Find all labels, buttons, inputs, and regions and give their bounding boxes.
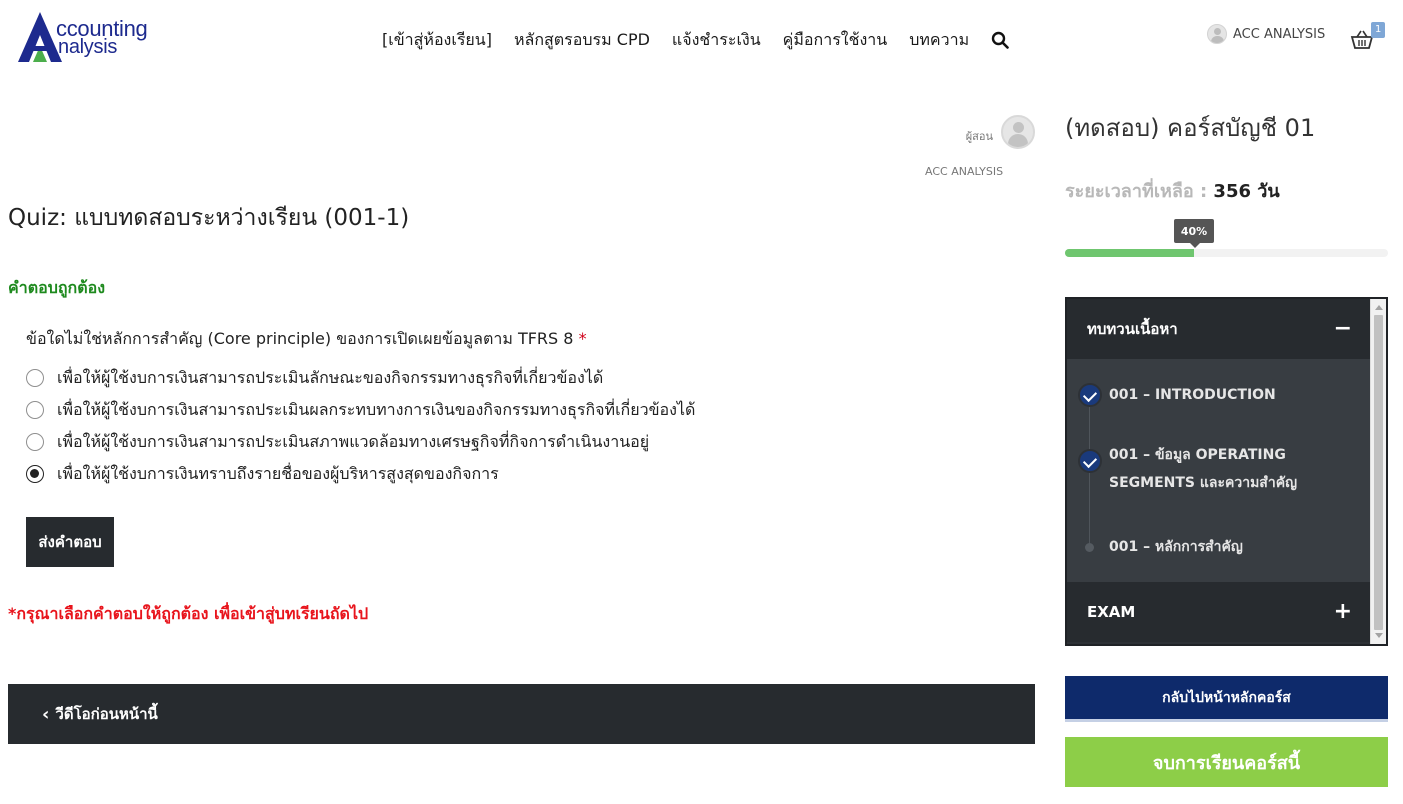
lesson-label: 001 – INTRODUCTION bbox=[1109, 387, 1276, 403]
quiz-title: Quiz: แบบทดสอบระหว่างเรียน (001-1) bbox=[8, 205, 410, 231]
collapse-icon[interactable]: − bbox=[1334, 318, 1352, 340]
section-title: EXAM bbox=[1087, 603, 1136, 621]
lesson-label: 001 – ข้อมูล OPERATING SEGMENTS และความส… bbox=[1109, 447, 1297, 491]
instructor-avatar-icon bbox=[1001, 115, 1035, 149]
scrollbar-thumb[interactable] bbox=[1374, 315, 1383, 630]
user-name: ACC ANALYSIS bbox=[1233, 26, 1326, 42]
user-account-link[interactable]: ACC ANALYSIS bbox=[1207, 24, 1325, 44]
radio-button-selected[interactable] bbox=[26, 465, 44, 483]
answer-option[interactable]: เพื่อให้ผู้ใช้งบการเงินสามารถประเมินผลกร… bbox=[26, 394, 695, 426]
instructor-role: ผู้สอน bbox=[965, 130, 993, 143]
section-header-exam[interactable]: EXAM + bbox=[1067, 582, 1372, 642]
radio-button[interactable] bbox=[26, 369, 44, 387]
section-lessons: 001 – INTRODUCTION 001 – ข้อมูล OPERATIN… bbox=[1067, 359, 1372, 582]
previous-video-button[interactable]: ‹ วีดีโอก่อนหน้านี้ bbox=[8, 684, 1035, 744]
question-label: ข้อใดไม่ใช่หลักการสำคัญ (Core principle)… bbox=[26, 329, 574, 348]
question-text: ข้อใดไม่ใช่หลักการสำคัญ (Core principle)… bbox=[26, 327, 587, 352]
scroll-up-icon[interactable] bbox=[1375, 305, 1383, 310]
lesson-item[interactable]: 001 – INTRODUCTION bbox=[1067, 381, 1372, 409]
course-progress-bar bbox=[1065, 249, 1388, 257]
radio-button[interactable] bbox=[26, 401, 44, 419]
course-title: (ทดสอบ) คอร์สบัญชี 01 bbox=[1065, 114, 1316, 142]
search-icon[interactable] bbox=[991, 31, 1009, 49]
back-to-course-button[interactable]: กลับไปหน้าหลักคอร์ส bbox=[1065, 676, 1388, 722]
nav-item-manual[interactable]: คู่มือการใช้งาน bbox=[783, 28, 888, 53]
instructor-info: ผู้สอน ACC ANALYSIS bbox=[920, 115, 1035, 185]
answer-option[interactable]: เพื่อให้ผู้ใช้งบการเงินสามารถประเมินสภาพ… bbox=[26, 426, 695, 458]
lesson-item[interactable]: 001 – ข้อมูล OPERATING SEGMENTS และความส… bbox=[1067, 441, 1372, 497]
answer-option[interactable]: เพื่อให้ผู้ใช้งบการเงินสามารถประเมินลักษ… bbox=[26, 362, 695, 394]
required-mark: * bbox=[578, 329, 587, 348]
submit-answer-button[interactable]: ส่งคำตอบ bbox=[26, 517, 114, 567]
lesson-label: 001 – หลักการสำคัญ bbox=[1109, 539, 1243, 555]
curriculum-scrollbar[interactable] bbox=[1370, 299, 1386, 644]
radio-button[interactable] bbox=[26, 433, 44, 451]
answer-option-label: เพื่อให้ผู้ใช้งบการเงินสามารถประเมินผลกร… bbox=[57, 399, 696, 419]
lesson-item[interactable]: 001 – หลักการสำคัญ bbox=[1067, 533, 1372, 561]
answer-option-label: เพื่อให้ผู้ใช้งบการเงินสามารถประเมินสภาพ… bbox=[57, 431, 650, 451]
previous-video-label: วีดีโอก่อนหน้านี้ bbox=[55, 705, 158, 723]
curriculum-panel: ทบทวนเนื้อหา − 001 – INTRODUCTION 001 – … bbox=[1065, 297, 1388, 646]
nav-item-classroom[interactable]: [เข้าสู่ห้องเรียน] bbox=[382, 28, 492, 53]
main-nav: [เข้าสู่ห้องเรียน] หลักสูตรอบรม CPD แจ้ง… bbox=[382, 28, 1009, 52]
nav-item-articles[interactable]: บทความ bbox=[909, 28, 969, 53]
cart-count-badge: 1 bbox=[1371, 22, 1386, 38]
warning-message: *กรุณาเลือกคำตอบให้ถูกต้อง เพื่อเข้าสู่บ… bbox=[8, 604, 369, 623]
logo-text-line2: nalysis bbox=[58, 36, 118, 58]
check-circle-icon bbox=[1078, 449, 1102, 473]
remaining-time: ระยะเวลาที่เหลือ : 356 วัน bbox=[1065, 176, 1280, 205]
check-circle-icon bbox=[1078, 383, 1102, 407]
remaining-time-label: ระยะเวลาที่เหลือ : bbox=[1065, 181, 1208, 202]
scroll-down-icon[interactable] bbox=[1375, 633, 1383, 638]
finish-course-button[interactable]: จบการเรียนคอร์สนี้ bbox=[1065, 737, 1388, 787]
instructor-name: ACC ANALYSIS bbox=[925, 165, 1004, 178]
chevron-left-icon: ‹ bbox=[42, 703, 50, 725]
expand-icon[interactable]: + bbox=[1334, 601, 1352, 623]
progress-fill bbox=[1065, 249, 1195, 257]
site-logo[interactable]: ccounting nalysis bbox=[18, 10, 158, 64]
nav-item-payment[interactable]: แจ้งชำระเงิน bbox=[672, 28, 761, 53]
remaining-time-value: 356 วัน bbox=[1213, 181, 1280, 202]
section-title: ทบทวนเนื้อหา bbox=[1087, 320, 1178, 338]
nav-item-cpd-courses[interactable]: หลักสูตรอบรม CPD bbox=[514, 28, 650, 53]
user-avatar-icon bbox=[1207, 24, 1227, 44]
answer-option[interactable]: เพื่อให้ผู้ใช้งบการเงินทราบถึงรายชื่อของ… bbox=[26, 458, 695, 490]
result-message: คำตอบถูกต้อง bbox=[8, 278, 106, 297]
section-header-review[interactable]: ทบทวนเนื้อหา − bbox=[1067, 299, 1372, 359]
answer-option-label: เพื่อให้ผู้ใช้งบการเงินทราบถึงรายชื่อของ… bbox=[57, 463, 499, 483]
pending-dot-icon bbox=[1085, 543, 1094, 552]
progress-tooltip: 40% bbox=[1174, 219, 1214, 248]
answer-options: เพื่อให้ผู้ใช้งบการเงินสามารถประเมินลักษ… bbox=[26, 362, 695, 490]
answer-option-label: เพื่อให้ผู้ใช้งบการเงินสามารถประเมินลักษ… bbox=[57, 367, 604, 387]
